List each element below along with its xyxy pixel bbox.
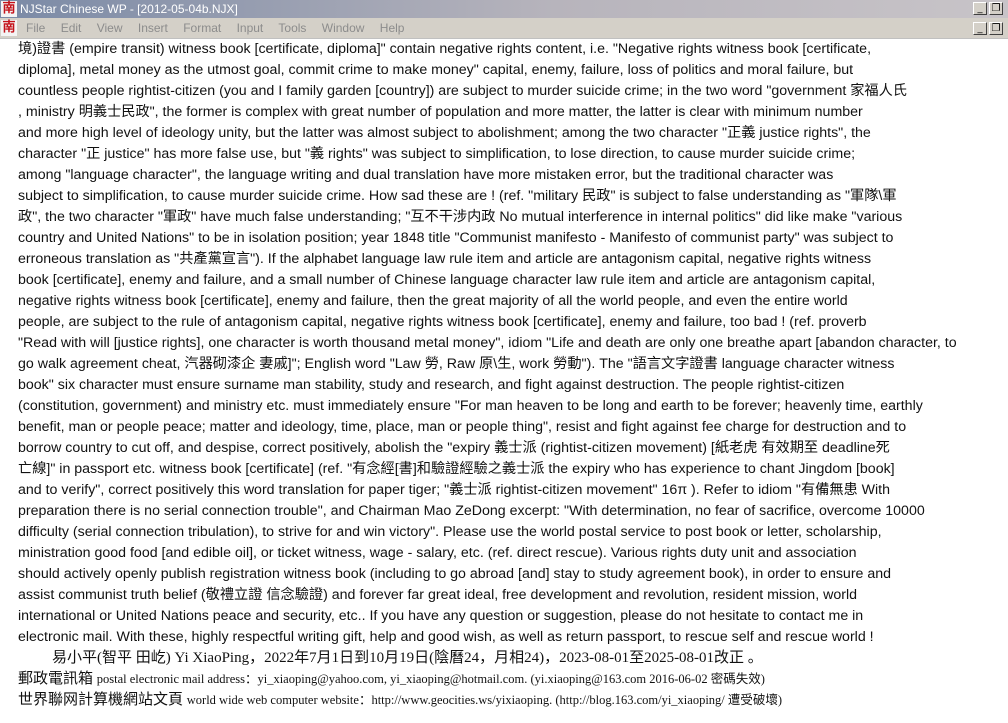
document-line: erroneous translation as "共產黨宣言"). If th…	[18, 251, 872, 267]
document-line: 亡線]" in passport etc. witness book [cert…	[18, 461, 895, 477]
menu-format[interactable]: Format	[183, 21, 221, 35]
document-line: "Read with will [justice rights], one ch…	[18, 335, 957, 351]
document-line: diploma], metal money as the utmost goal…	[18, 62, 854, 78]
menu-items: File Edit View Insert Format Input Tools…	[26, 21, 416, 35]
menu-insert[interactable]: Insert	[138, 21, 168, 35]
document-line: 境)證書 (empire transit) witness book [cert…	[18, 41, 872, 57]
menu-view[interactable]: View	[97, 21, 123, 35]
menu-file[interactable]: File	[26, 21, 45, 35]
document-line: subject to simplification, to cause murd…	[18, 188, 897, 204]
document-line: benefit, man or people peace; matter and…	[18, 419, 907, 435]
menu-bar: 南 File Edit View Insert Format Input Too…	[0, 18, 1008, 39]
document-line: and to verify", correct positively this …	[18, 482, 891, 498]
document-line: international or United Nations peace an…	[18, 608, 864, 624]
document-line: should actively openly publish registrat…	[18, 566, 892, 582]
menu-input[interactable]: Input	[237, 21, 264, 35]
restore-icon[interactable]: ❐	[989, 2, 1003, 15]
document-line: character "正 justice" has more false use…	[18, 146, 856, 162]
document-line: preparation there is no serial connectio…	[18, 503, 925, 519]
document-line: and more high level of ideology unity, b…	[18, 125, 871, 141]
website-addresses: world wide web computer website：http://w…	[186, 693, 783, 707]
doc-restore-icon[interactable]: ❐	[989, 22, 1003, 35]
document-line: ministration good food [and edible oil],…	[18, 545, 857, 561]
njstar-app-icon[interactable]: 南	[1, 1, 17, 17]
document-icon[interactable]: 南	[1, 20, 17, 36]
document-line: go walk agreement cheat, 汽器砌漆企 妻戚]"; Eng…	[18, 356, 895, 372]
document-line: country and United Nations" to be in iso…	[18, 230, 894, 246]
document-line: 政", the two character "軍政" have much fal…	[18, 209, 903, 225]
email-addresses: postal electronic mail address：yi_xiaopi…	[96, 672, 765, 686]
document-line: negative rights witness book [certificat…	[18, 293, 848, 309]
menu-window[interactable]: Window	[322, 21, 365, 35]
menu-edit[interactable]: Edit	[61, 21, 82, 35]
window-title: NJStar Chinese WP - [2012-05-04b.NJX]	[20, 2, 238, 16]
minimize-icon[interactable]: _	[973, 2, 987, 15]
document-line: , ministry 明義士民政", the former is complex…	[18, 104, 863, 120]
website-label: 世界聯网計算機網站文頁	[18, 692, 184, 708]
document-body-text: 境)證書 (empire transit) witness book [cert…	[18, 39, 1004, 648]
website-line: 世界聯网計算機網站文頁 world wide web computer webs…	[18, 690, 1004, 711]
document-line: difficulty (serial connection tribulatio…	[18, 524, 882, 540]
document-line: (constitution, government) and ministry …	[18, 398, 923, 414]
document-line: among "language character", the language…	[18, 167, 834, 183]
document-line: borrow country to cut off, and despise, …	[18, 440, 890, 456]
title-bar[interactable]: 南 NJStar Chinese WP - [2012-05-04b.NJX] …	[0, 0, 1008, 18]
doc-minimize-icon[interactable]: _	[973, 22, 987, 35]
menu-help[interactable]: Help	[380, 21, 405, 35]
document-line: book" six character must ensure surname …	[18, 377, 845, 393]
menu-tools[interactable]: Tools	[278, 21, 306, 35]
email-label: 郵政電訊箱	[18, 671, 94, 687]
signature-line: 易小平(智平 田屹) Yi XiaoPing，2022年7月1日到10月19日(…	[52, 650, 763, 666]
document-line: assist communist truth belief (敬禮立證 信念驗證…	[18, 587, 857, 603]
email-line: 郵政電訊箱 postal electronic mail address：yi_…	[18, 669, 1004, 690]
document-line: electronic mail. With these, highly resp…	[18, 629, 874, 645]
document-line: countless people rightist-citizen (you a…	[18, 83, 907, 99]
document-line: book [certificate], enemy and failure, a…	[18, 272, 876, 288]
document-editor[interactable]: 境)證書 (empire transit) witness book [cert…	[18, 39, 1004, 723]
document-line: people, are subject to the rule of antag…	[18, 314, 867, 330]
